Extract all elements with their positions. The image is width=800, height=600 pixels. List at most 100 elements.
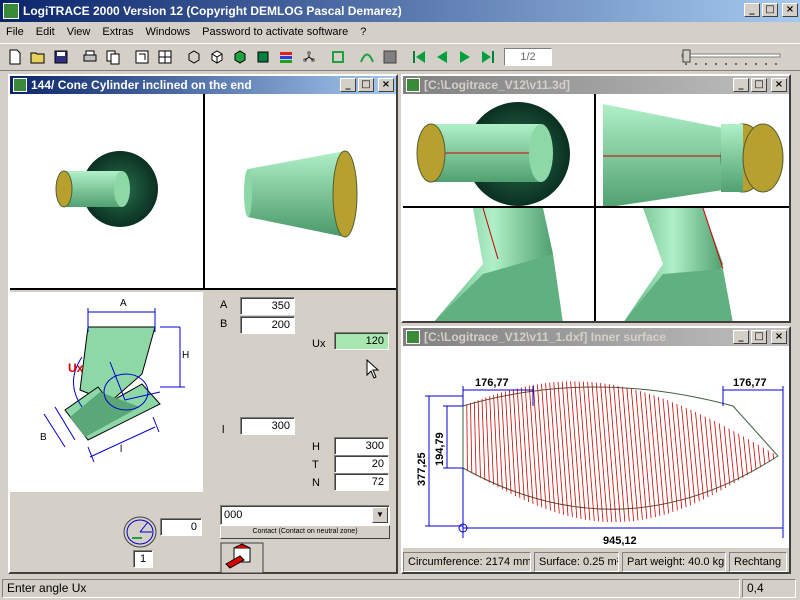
param-label-l: l: [222, 424, 225, 436]
curve-icon[interactable]: [356, 46, 378, 68]
dxf-minimize-button[interactable]: _: [733, 330, 749, 344]
angle-input[interactable]: 0: [160, 518, 202, 536]
surface-info: Surface: 0.25 m²: [534, 552, 619, 572]
dxf-window-title: [C:\Logitrace_V12\v11_1.dxf] Inner surfa…: [424, 330, 667, 344]
3d-render-quad: [403, 94, 789, 321]
page-indicator: 1/2: [504, 48, 552, 66]
menu-edit[interactable]: Edit: [30, 26, 61, 38]
dxf-close-button[interactable]: ×: [771, 330, 787, 344]
diagram-label-H: H: [182, 350, 189, 361]
color-layers-icon[interactable]: [275, 46, 297, 68]
menu-view[interactable]: View: [61, 26, 97, 38]
front-view-pipe: [55, 151, 158, 227]
tree-icon[interactable]: [298, 46, 320, 68]
main-minimize-button[interactable]: _: [340, 78, 356, 92]
frame-icon[interactable]: [327, 46, 349, 68]
diagram-label-B: B: [40, 432, 47, 443]
param-input-B[interactable]: 200: [240, 316, 295, 334]
param-input-N[interactable]: 72: [334, 473, 389, 491]
dim-left-inner: 194,79: [434, 432, 446, 466]
contact-combo[interactable]: 000 ▼: [220, 505, 390, 525]
diagram-label-A: A: [120, 298, 127, 309]
circumference-info: Circumference: 2174 mm: [403, 552, 531, 572]
app-icon: [3, 3, 19, 19]
mouse-cursor-icon: [366, 359, 380, 379]
hidden-line-box-icon[interactable]: [206, 46, 228, 68]
calculate-icon[interactable]: [220, 542, 264, 574]
3d-maximize-button[interactable]: □: [751, 78, 767, 92]
menu-help[interactable]: ?: [354, 26, 372, 38]
app-titlebar: LogiTRACE 2000 Version 12 (Copyright DEM…: [0, 0, 800, 22]
wireframe-box-icon[interactable]: [183, 46, 205, 68]
first-page-icon[interactable]: [408, 46, 430, 68]
param-input-Ux[interactable]: 120: [334, 332, 389, 350]
dxf-pattern-window: [C:\Logitrace_V12\v11_1.dxf] Inner surfa…: [401, 326, 791, 574]
side-view-cone: [244, 150, 358, 238]
open-folder-icon[interactable]: [27, 46, 49, 68]
3d-close-button[interactable]: ×: [771, 78, 787, 92]
menu-windows[interactable]: Windows: [140, 26, 197, 38]
menu-extras[interactable]: Extras: [96, 26, 139, 38]
diagram-label-Ux: Ux: [68, 361, 84, 375]
print-icon[interactable]: [79, 46, 101, 68]
param-input-A[interactable]: 350: [240, 297, 295, 315]
main-window-titlebar: 144/ Cone Cylinder inclined on the end _…: [10, 76, 396, 94]
main-maximize-button[interactable]: □: [358, 78, 374, 92]
chevron-down-icon[interactable]: ▼: [372, 507, 388, 523]
shape-info: Rechtang: [729, 552, 787, 572]
app-title: LogiTRACE 2000 Version 12 (Copyright DEM…: [23, 4, 402, 18]
maximize-button[interactable]: □: [762, 3, 778, 17]
3d-window-titlebar: [C:\Logitrace_V12\v11.3d] _ □ ×: [403, 76, 789, 94]
main-window-title: 144/ Cone Cylinder inclined on the end: [31, 78, 252, 92]
close-button[interactable]: ×: [782, 3, 798, 17]
disabled-tool-icon[interactable]: [379, 46, 401, 68]
window-icon: [13, 78, 27, 92]
menubar: File Edit View Extras Windows Password t…: [0, 22, 800, 42]
main-parameter-window: 144/ Cone Cylinder inclined on the end _…: [8, 74, 398, 574]
param-label-H: H: [312, 441, 320, 453]
dxf-window-body: 176,77 176,77 194,79 377,25 945,12 Circu…: [403, 346, 789, 572]
solid-green-box-icon[interactable]: [252, 46, 274, 68]
last-page-icon[interactable]: [477, 46, 499, 68]
window-icon: [406, 78, 420, 92]
diagram-label-l: l: [120, 444, 122, 455]
3d-minimize-button[interactable]: _: [733, 78, 749, 92]
param-label-A: A: [220, 299, 228, 311]
param-input-T[interactable]: 20: [334, 455, 389, 473]
save-icon[interactable]: [50, 46, 72, 68]
next-page-icon[interactable]: [454, 46, 476, 68]
param-label-Ux: Ux: [312, 338, 326, 350]
angle-counter[interactable]: 1: [133, 550, 153, 568]
shaded-box-icon[interactable]: [229, 46, 251, 68]
dim-top-right: 176,77: [733, 377, 767, 389]
single-view-icon[interactable]: [131, 46, 153, 68]
unfolded-pattern: 176,77 176,77 194,79 377,25 945,12: [416, 377, 784, 547]
dimension-diagram: A H Ux B l: [40, 298, 189, 463]
status-message: Enter angle Ux: [2, 579, 740, 598]
status-value: 0,4: [742, 579, 796, 598]
dim-top-left: 176,77: [475, 377, 509, 389]
copy-icon[interactable]: [102, 46, 124, 68]
new-file-icon[interactable]: [4, 46, 26, 68]
dxf-window-titlebar: [C:\Logitrace_V12\v11_1.dxf] Inner surfa…: [403, 328, 789, 346]
quad-view-icon[interactable]: [154, 46, 176, 68]
param-input-H[interactable]: 300: [334, 437, 389, 455]
param-input-l[interactable]: 300: [240, 417, 295, 435]
3d-window-title: [C:\Logitrace_V12\v11.3d]: [424, 78, 571, 92]
param-label-B: B: [220, 318, 228, 330]
param-label-N: N: [312, 477, 320, 489]
weight-info: Part weight: 40.0 kg: [622, 552, 726, 572]
angle-dial-icon[interactable]: [122, 514, 158, 550]
prev-page-icon[interactable]: [431, 46, 453, 68]
minimize-button[interactable]: _: [744, 3, 760, 17]
menu-password[interactable]: Password to activate software: [196, 26, 354, 38]
main-close-button[interactable]: ×: [378, 78, 394, 92]
contact-button[interactable]: Contact (Contact on neutral zone): [220, 525, 390, 539]
dxf-info-row: Circumference: 2174 mm Surface: 0.25 m² …: [403, 552, 787, 572]
param-label-T: T: [312, 459, 319, 471]
dxf-maximize-button[interactable]: □: [751, 330, 767, 344]
3d-window-body: [403, 94, 789, 321]
zoom-slider[interactable]: [680, 49, 784, 65]
3d-view-window: [C:\Logitrace_V12\v11.3d] _ □ ×: [401, 74, 791, 323]
menu-file[interactable]: File: [0, 26, 30, 38]
